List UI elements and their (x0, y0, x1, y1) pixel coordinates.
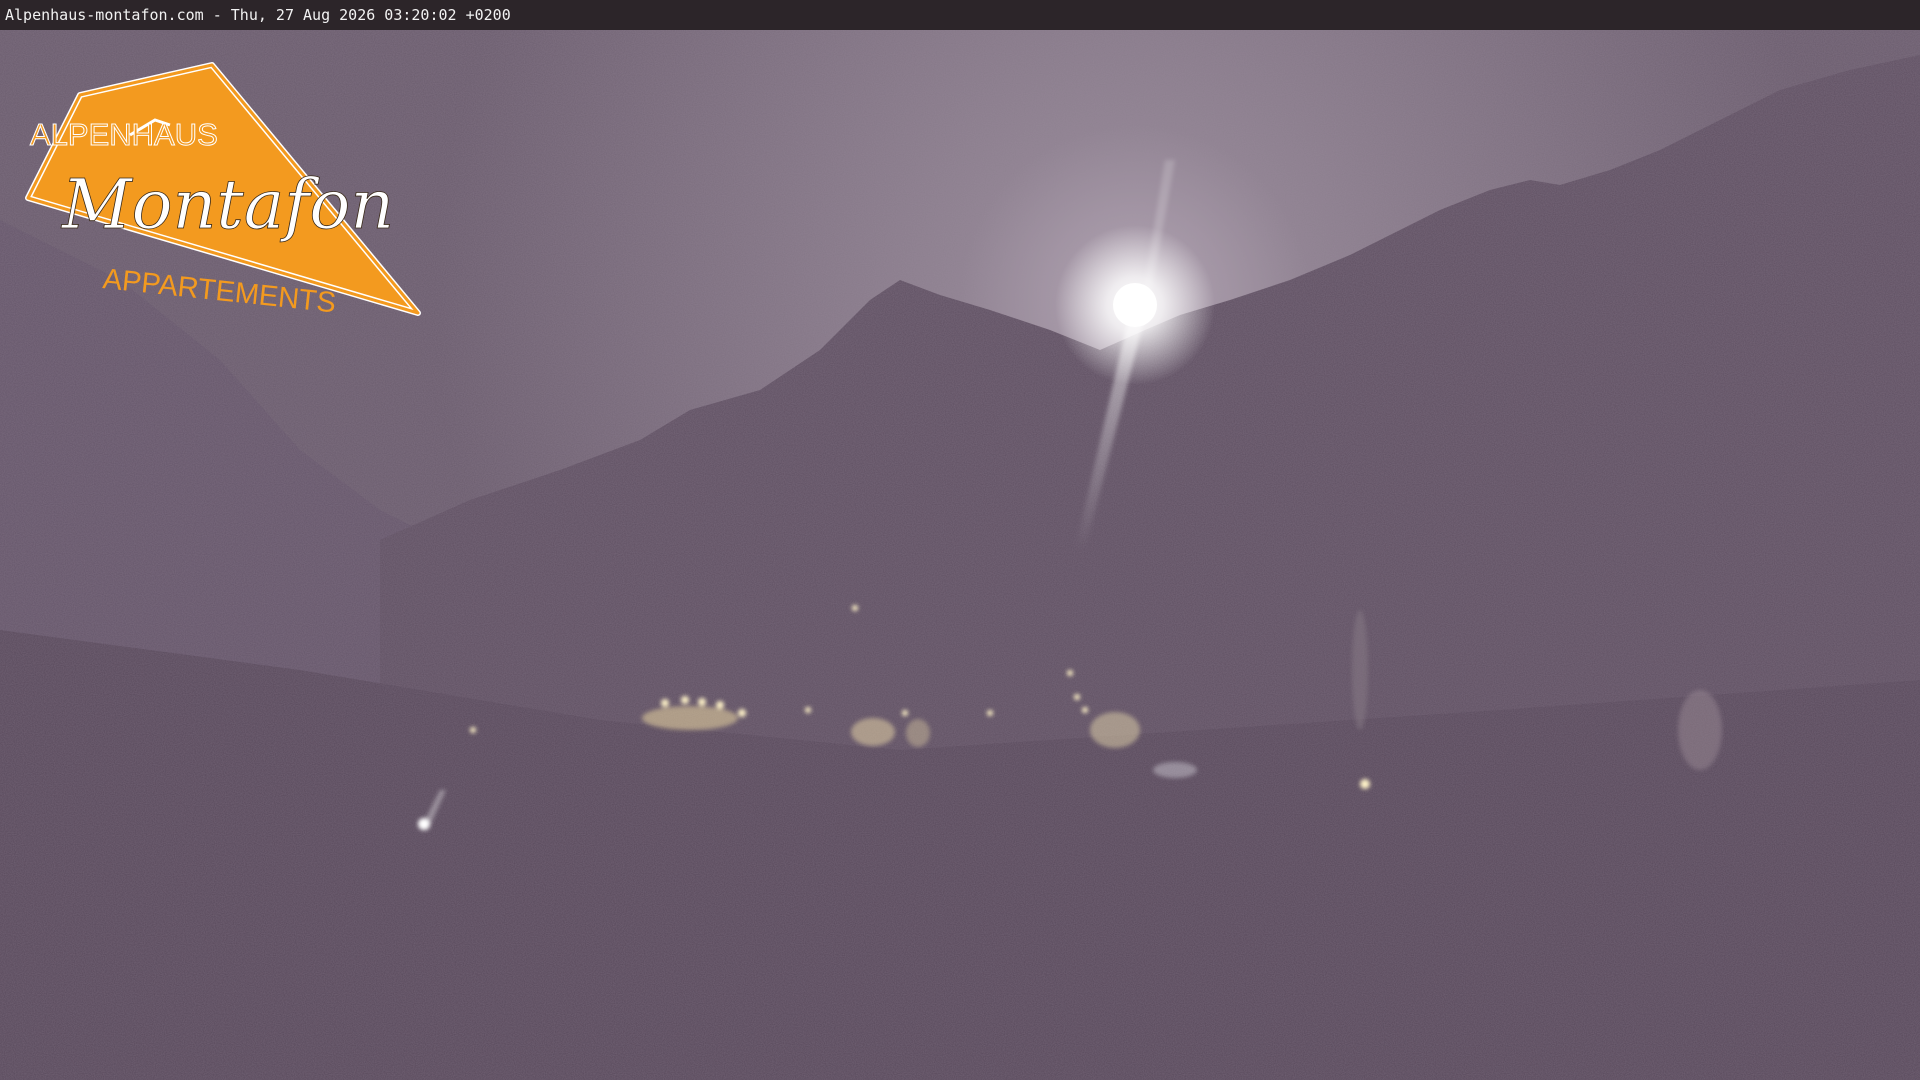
webcam-caption: Alpenhaus-montafon.com - Thu, 27 Aug 202… (0, 0, 1920, 30)
logo-line2: Montafon (60, 166, 394, 245)
logo-line1: ALPENHAUS (30, 117, 218, 152)
alpenhaus-montafon-logo: ALPENHAUS Montafon APPARTEMENTS (20, 55, 430, 355)
